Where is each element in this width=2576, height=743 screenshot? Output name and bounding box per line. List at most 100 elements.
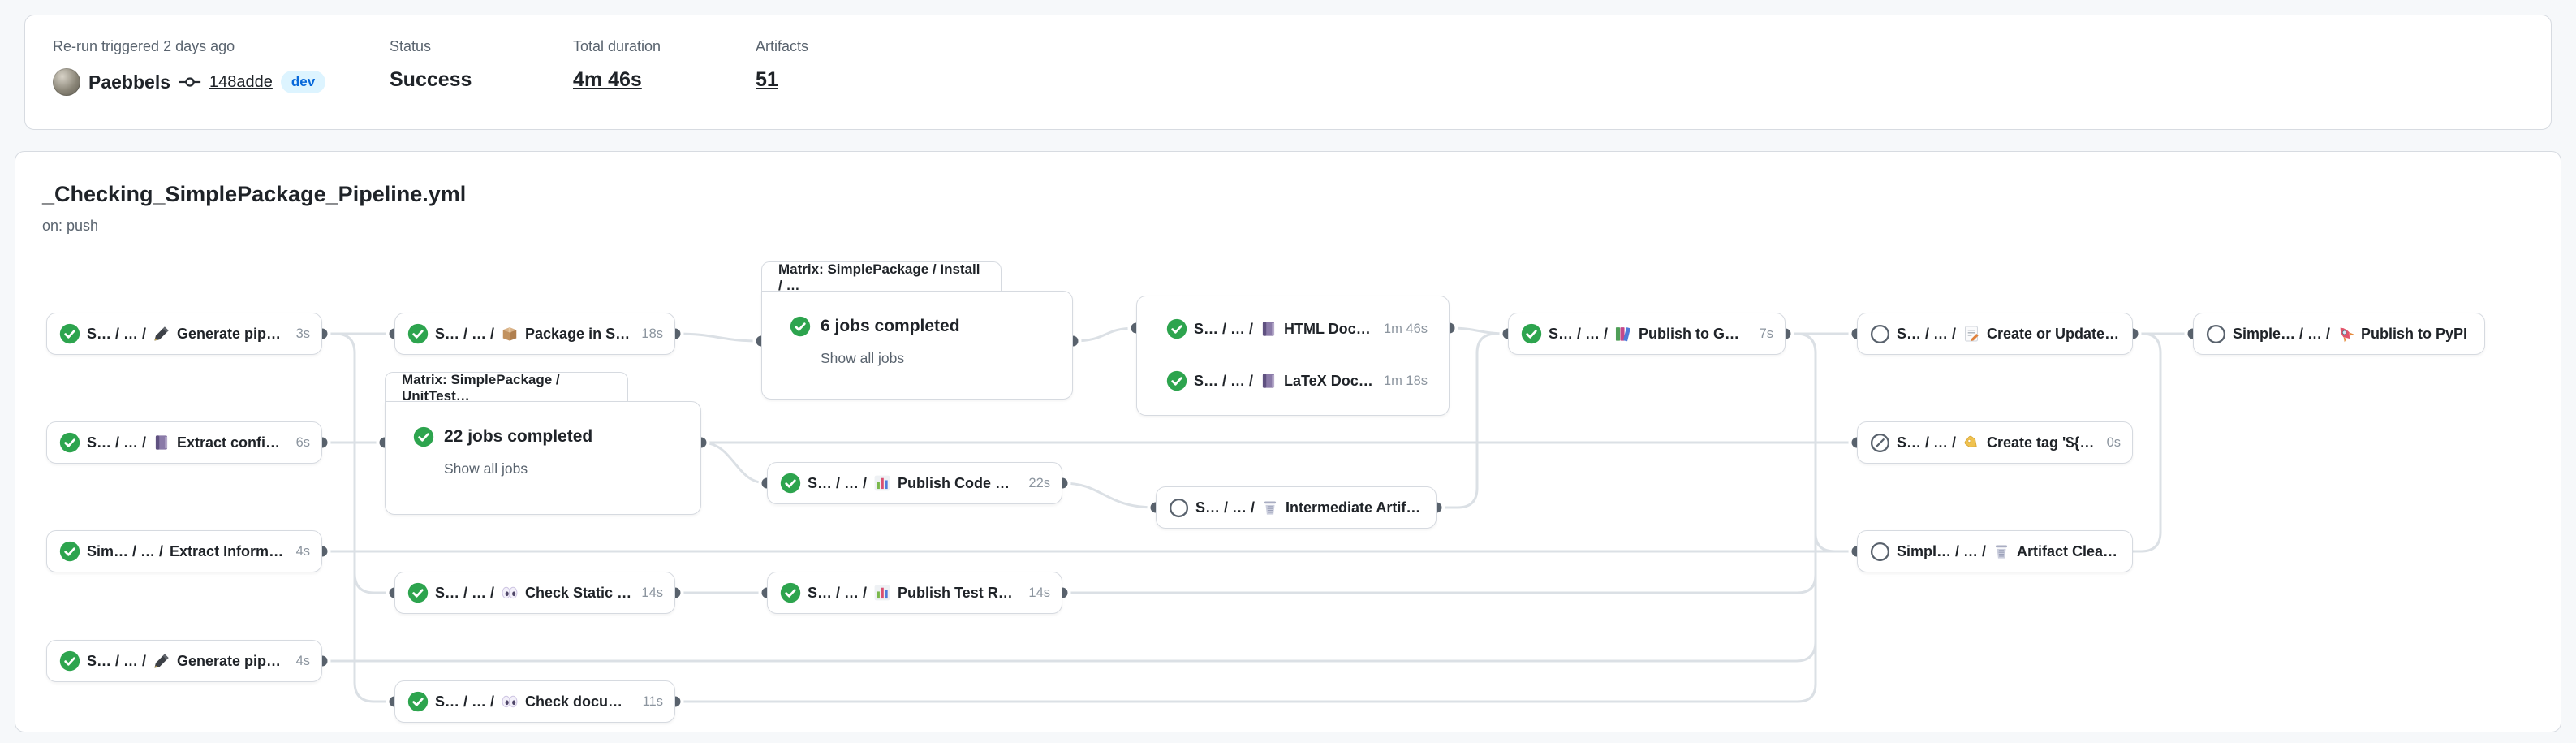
job-prefix: S… / … / — [1897, 434, 1956, 451]
job-label: Generate pipelin… — [177, 326, 286, 343]
eyes-icon — [501, 693, 519, 711]
status-success-icon — [790, 316, 811, 337]
status-skipped-icon — [1169, 498, 1189, 518]
job-prefix: S… / … / — [1549, 326, 1608, 343]
job-duration: 11s — [640, 694, 663, 710]
job-node-generate-pipeline-2[interactable]: S… / … /Generate pipelin…4s — [46, 640, 322, 682]
status-success-icon — [407, 323, 429, 344]
status-success-icon — [59, 432, 80, 453]
job-node-intermediate-artifacts[interactable]: S… / … / Intermediate Artifa… — [1156, 486, 1437, 529]
job-duration: 4s — [293, 654, 310, 669]
job-duration: 1m 46s — [1381, 322, 1428, 337]
rocket-icon — [2337, 325, 2354, 343]
job-node-latex-documentation[interactable]: S… / … / LaTeX Docu… 1m 18s — [1137, 360, 1449, 402]
job-node-extract-information[interactable]: Sim… / … / Extract Information 4s — [46, 530, 322, 572]
notebook-icon — [1260, 372, 1277, 390]
job-label: Package in Sou… — [525, 326, 631, 343]
job-duration: 1m 18s — [1381, 374, 1428, 389]
job-prefix: S… / … / — [87, 434, 146, 451]
bar-chart-icon — [873, 584, 891, 602]
job-node-html-documentation[interactable]: S… / … / HTML Docu… 1m 46s — [1137, 308, 1449, 350]
books-icon — [1614, 325, 1632, 343]
job-node-package-in-source[interactable]: S… / … /Package in Sou…18s — [394, 313, 675, 355]
job-label: Artifact Cleanup — [2017, 543, 2121, 560]
status-skipped-icon — [2206, 324, 2226, 344]
job-prefix: Sim… / … / — [87, 543, 163, 560]
package-icon — [501, 325, 519, 343]
status-success-icon — [1521, 323, 1542, 344]
job-node-publish-to-gh-pages[interactable]: S… / … / Publish to GH-P… 7s — [1508, 313, 1786, 355]
job-label: Check docume… — [525, 693, 633, 711]
job-duration: 3s — [293, 326, 310, 342]
job-node-extract-configuration[interactable]: S… / … / Extract configur… 6s — [46, 421, 322, 464]
job-node-publish-code-coverage[interactable]: S… / … /Publish Code C…22s — [767, 462, 1062, 504]
job-label: HTML Docu… — [1284, 321, 1374, 338]
job-node-generate-pipeline-1[interactable]: S… / … / Generate pipelin… 3s — [46, 313, 322, 355]
notebook-icon — [153, 434, 170, 451]
job-label: Publish Test Re… — [898, 585, 1019, 602]
job-duration: 4s — [293, 544, 310, 559]
job-prefix: S… / … / — [808, 475, 867, 492]
pencil-icon — [153, 652, 170, 670]
matrix-group-matrix-install: 6 jobs completed Show all jobs — [761, 291, 1073, 400]
matrix-tab-matrix-install[interactable]: Matrix: SimplePackage / Install / … — [761, 261, 1002, 292]
status-success-icon — [1166, 370, 1187, 391]
jobs-completed-text: 22 jobs completed — [444, 427, 592, 447]
job-label: Generate pipelin… — [177, 653, 286, 670]
tag-icon — [1962, 434, 1980, 451]
status-success-icon — [59, 650, 80, 672]
job-node-publish-to-pypi[interactable]: Simple… / … /Publish to PyPI — [2193, 313, 2485, 355]
job-label: Create or Update R… — [1987, 326, 2121, 343]
pencil-icon — [153, 325, 170, 343]
wastebasket-icon — [1992, 542, 2010, 560]
job-duration: 7s — [1756, 326, 1773, 342]
job-label: Extract Information — [170, 543, 286, 560]
job-label: Publish Code C… — [898, 475, 1019, 492]
matrix-summary-row: 6 jobs completed — [790, 316, 1045, 337]
job-prefix: S… / … / — [435, 585, 494, 602]
job-prefix: S… / … / — [1195, 499, 1255, 516]
workflow-trigger: on: push — [42, 218, 98, 235]
job-prefix: S… / … / — [1897, 326, 1956, 343]
notebook-icon — [1260, 320, 1277, 338]
job-label: Publish to GH-P… — [1639, 326, 1750, 343]
status-success-icon — [413, 426, 434, 447]
job-prefix: S… / … / — [87, 326, 146, 343]
pipeline-graph: S… / … / Generate pipelin… 3s S… / … / Extra… — [0, 0, 2576, 743]
status-success-icon — [780, 473, 801, 494]
bar-chart-icon — [873, 474, 891, 492]
job-label: Intermediate Artifa… — [1286, 499, 1424, 516]
job-duration: 6s — [293, 435, 310, 451]
show-all-jobs-link[interactable]: Show all jobs — [444, 460, 673, 477]
eyes-icon — [501, 584, 519, 602]
job-prefix: Simpl… / … / — [1897, 543, 1986, 560]
job-label: Publish to PyPI — [2361, 326, 2467, 343]
job-label: Check Static Ty… — [525, 585, 631, 602]
job-duration: 14s — [1025, 585, 1050, 601]
matrix-group-matrix-unittest: 22 jobs completed Show all jobs — [385, 401, 701, 515]
status-success-icon — [407, 691, 429, 712]
status-skipped-icon — [1870, 542, 1890, 562]
status-success-icon — [59, 323, 80, 344]
job-duration: 14s — [638, 585, 663, 601]
matrix-summary-row: 22 jobs completed — [413, 426, 673, 447]
job-prefix: S… / … / — [1194, 321, 1253, 338]
job-node-publish-test-results[interactable]: S… / … / Publish Test Re… 14s — [767, 572, 1062, 614]
wastebasket-icon — [1261, 499, 1279, 516]
status-success-icon — [407, 582, 429, 603]
status-success-icon — [780, 582, 801, 603]
job-node-check-documentation[interactable]: S… / … /Check docume…11s — [394, 680, 675, 723]
jobs-completed-text: 6 jobs completed — [821, 317, 960, 336]
job-node-create-or-update-release[interactable]: S… / … / Create or Update R… — [1857, 313, 2133, 355]
job-node-check-static-types[interactable]: S… / … / Check Static Ty… 14s — [394, 572, 675, 614]
job-node-artifact-cleanup[interactable]: Simpl… / … / Artifact Cleanup — [1857, 530, 2133, 572]
job-label: Extract configur… — [177, 434, 286, 451]
workflow-run-page: Re-run triggered 2 days ago Paebbels 148… — [0, 0, 2576, 743]
job-prefix: S… / … / — [808, 585, 867, 602]
job-node-create-tag[interactable]: S… / … /Create tag '${{ in…0s — [1857, 421, 2133, 464]
show-all-jobs-link[interactable]: Show all jobs — [821, 350, 1045, 367]
job-label: LaTeX Docu… — [1284, 373, 1374, 390]
job-duration: 18s — [638, 326, 663, 342]
matrix-tab-matrix-unittest[interactable]: Matrix: SimplePackage / UnitTest… — [385, 372, 628, 403]
job-prefix: S… / … / — [1194, 373, 1253, 390]
